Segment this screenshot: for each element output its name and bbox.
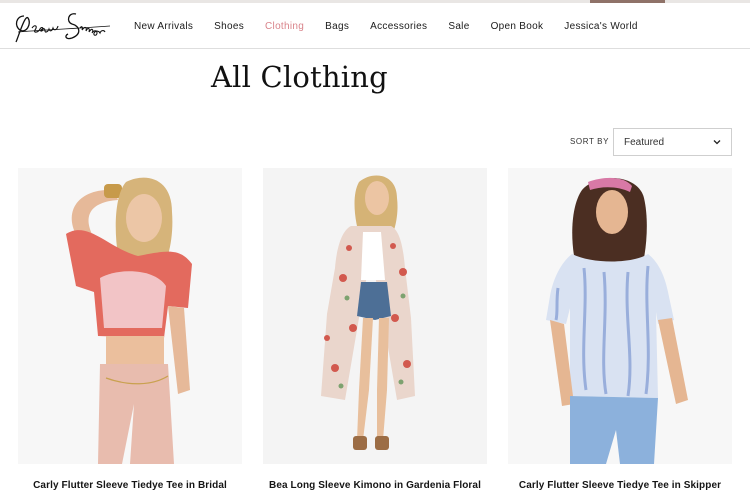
nav-item-sale[interactable]: Sale <box>448 21 469 32</box>
nav-item-bags[interactable]: Bags <box>325 21 349 32</box>
product-image[interactable] <box>263 168 487 464</box>
sort-label: SORT BY <box>570 137 610 146</box>
main-nav: New Arrivals Shoes Clothing Bags Accesso… <box>134 3 659 49</box>
nav-item-jessicas-world[interactable]: Jessica's World <box>564 21 637 32</box>
sort-selected-value: Featured <box>624 136 665 148</box>
chevron-down-icon <box>713 140 721 145</box>
product-card[interactable]: Bea Long Sleeve Kimono in Gardenia Flora… <box>263 168 487 491</box>
page-title: All Clothing <box>211 60 388 94</box>
product-card[interactable]: Carly Flutter Sleeve Tiedye Tee in Skipp… <box>508 168 732 491</box>
nav-item-new-arrivals[interactable]: New Arrivals <box>134 21 193 32</box>
nav-item-open-book[interactable]: Open Book <box>491 21 544 32</box>
site-header: New Arrivals Shoes Clothing Bags Accesso… <box>0 3 750 49</box>
nav-item-clothing[interactable]: Clothing <box>265 21 304 32</box>
product-card[interactable]: Carly Flutter Sleeve Tiedye Tee in Brida… <box>18 168 242 491</box>
product-image[interactable] <box>508 168 732 464</box>
sort-select[interactable]: Featured <box>613 128 732 156</box>
nav-item-accessories[interactable]: Accessories <box>370 21 427 32</box>
nav-item-shoes[interactable]: Shoes <box>214 21 244 32</box>
product-image[interactable] <box>18 168 242 464</box>
product-name[interactable]: Carly Flutter Sleeve Tiedye Tee in Skipp… <box>490 480 750 491</box>
brand-logo[interactable] <box>10 8 114 46</box>
product-name[interactable]: Bea Long Sleeve Kimono in Gardenia Flora… <box>245 480 505 491</box>
product-name[interactable]: Carly Flutter Sleeve Tiedye Tee in Brida… <box>0 480 260 491</box>
product-swatches <box>58 496 208 499</box>
product-swatches <box>332 496 392 499</box>
